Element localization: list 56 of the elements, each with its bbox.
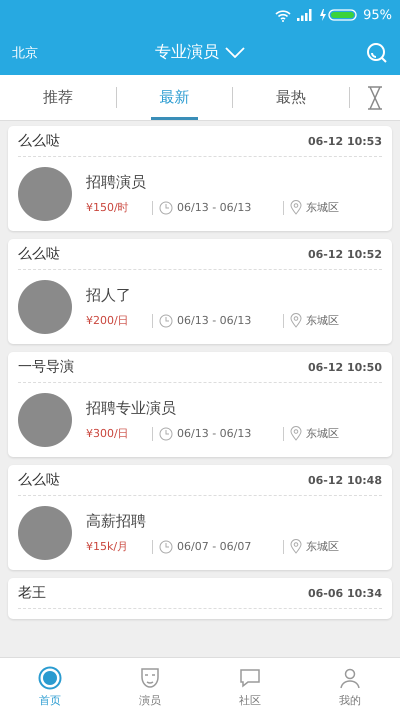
location-pin-icon: [290, 539, 302, 554]
date-range: 06/13 - 06/13: [177, 314, 252, 327]
circle-icon: [38, 666, 62, 690]
district: 东城区: [306, 200, 339, 215]
job-title: 招聘专业演员: [86, 399, 177, 418]
pay-rate: ¥300/日: [86, 426, 130, 441]
date-range: 06/07 - 06/07: [177, 540, 252, 553]
tab[interactable]: 推荐: [0, 75, 116, 120]
location-pin-icon: [290, 426, 302, 441]
signal-icon: [297, 9, 314, 21]
author-name: 老王: [18, 584, 46, 602]
clock-icon: [159, 314, 173, 328]
chevron-down-icon[interactable]: [225, 47, 245, 58]
district: 东城区: [306, 426, 339, 441]
clock-icon: [159, 200, 173, 214]
author-name: 一号导演: [18, 358, 74, 376]
nav-tab[interactable]: 社区: [200, 658, 300, 709]
pay-rate: ¥200/日: [86, 313, 130, 328]
nav-tab[interactable]: 演员: [100, 658, 200, 709]
search-icon[interactable]: [366, 42, 388, 64]
tab[interactable]: 最热: [233, 75, 350, 120]
post-time: 06-12 10:53: [308, 134, 382, 148]
job-title: 招人了: [86, 286, 132, 305]
clock-icon: [159, 540, 173, 554]
district: 东城区: [306, 313, 339, 328]
hourglass-icon[interactable]: [367, 86, 384, 110]
job-card[interactable]: 一号导演 06-12 10:50 招聘专业演员 ¥300/日 06/13 - 06/13 东城区: [8, 352, 392, 457]
author-name: 么么哒: [18, 471, 60, 489]
district: 东城区: [306, 539, 339, 554]
date-range: 06/13 - 06/13: [177, 201, 252, 214]
pay-rate: ¥150/时: [86, 200, 130, 215]
author-name: 么么哒: [18, 132, 60, 150]
pay-rate: ¥15k/月: [86, 539, 130, 554]
avatar-placeholder: [18, 393, 72, 447]
avatar-placeholder: [18, 506, 72, 560]
date-range: 06/13 - 06/13: [177, 427, 252, 440]
nav-tab[interactable]: 我的: [300, 658, 400, 709]
job-card[interactable]: 老王 06-06 10:34: [8, 578, 392, 619]
battery-percentage: 95%: [363, 8, 392, 22]
post-time: 06-12 10:52: [308, 248, 382, 260]
battery-icon: [319, 9, 358, 21]
avatar-placeholder: [18, 167, 72, 221]
location-pin-icon: [290, 313, 302, 328]
job-title: 招聘演员: [86, 173, 147, 192]
location-pin-icon: [290, 200, 302, 215]
post-time: 06-06 10:34: [308, 586, 382, 600]
avatar-placeholder: [18, 280, 72, 334]
clock-icon: [159, 426, 173, 440]
job-card[interactable]: 么么哒 06-12 10:53 招聘演员 ¥150/时 06/13 - 06/13 东城区: [8, 126, 392, 231]
author-name: 么么哒: [18, 245, 60, 263]
job-card[interactable]: 么么哒 06-12 10:48 高薪招聘 ¥15k/月 06/07 - 06/07 东城区: [8, 465, 392, 570]
job-card[interactable]: 么么哒 06-12 10:52 招人了 ¥200/日 06/13 - 06/13 东城区: [8, 239, 392, 344]
wifi-icon: [275, 8, 292, 22]
job-title: 高薪招聘: [86, 512, 147, 531]
post-time: 06-12 10:48: [308, 474, 382, 486]
post-time: 06-12 10:50: [308, 360, 382, 374]
